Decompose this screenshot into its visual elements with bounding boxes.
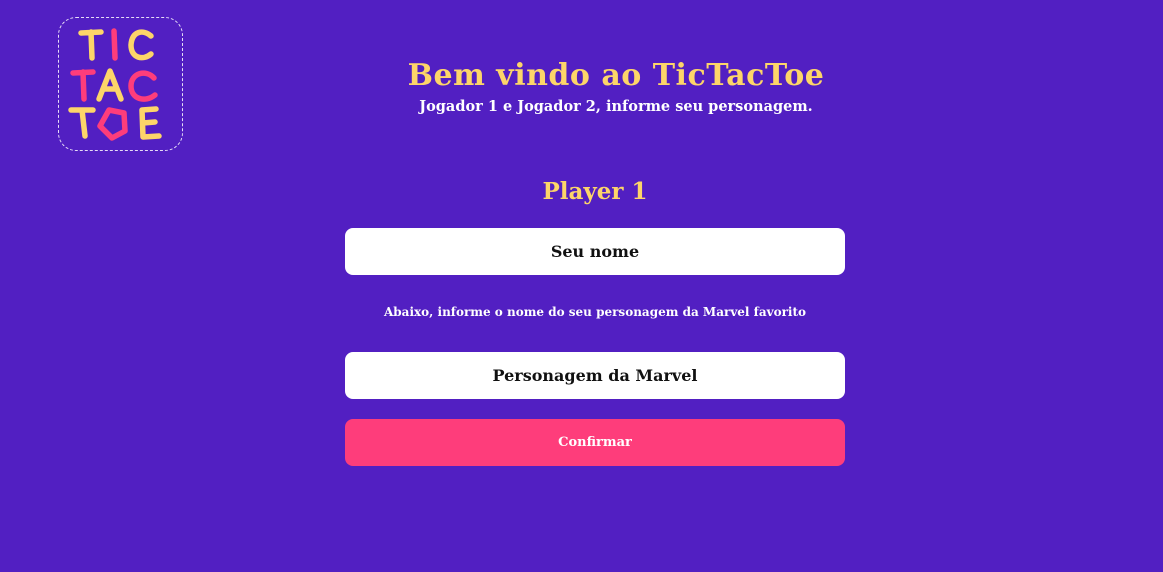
welcome-subtitle: Jogador 1 e Jogador 2, informe seu perso… (419, 98, 813, 115)
player-heading: Player 1 (542, 178, 648, 205)
confirm-button[interactable]: Confirmar (345, 419, 845, 466)
marvel-character-input[interactable] (345, 352, 845, 399)
welcome-title: Bem vindo ao TicTacToe (407, 58, 825, 93)
page: Bem vindo ao TicTacToe Jogador 1 e Jogad… (0, 0, 1163, 572)
marvel-hint-text: Abaixo, informe o nome do seu personagem… (383, 305, 807, 319)
player-name-input[interactable] (345, 228, 845, 275)
